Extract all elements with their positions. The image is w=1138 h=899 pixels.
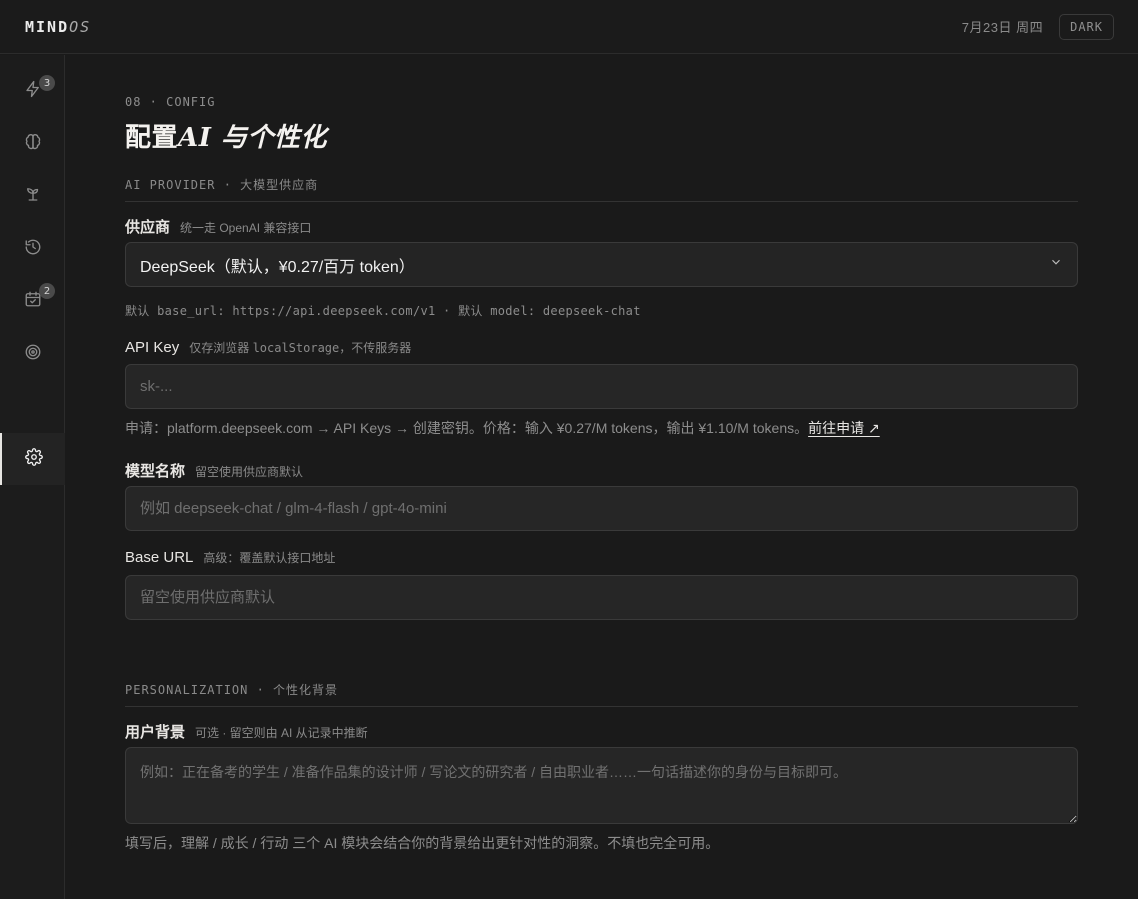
target-icon <box>24 343 42 366</box>
base-url-label: Base URL <box>125 549 194 566</box>
page-title: 配置AI 与个性化 <box>125 117 327 154</box>
sidebar-item-understand[interactable] <box>0 118 65 170</box>
sidebar-item-capture[interactable]: 3 <box>0 65 65 117</box>
model-hint: 留空使用供应商默认 <box>195 465 304 479</box>
base-url-hint: 高级：覆盖默认接口地址 <box>203 551 336 565</box>
page-eyebrow: 08 · CONFIG <box>125 95 216 109</box>
provider-label: 供应商 <box>125 219 171 236</box>
settings-icon <box>24 447 43 471</box>
provider-select[interactable]: DeepSeek（默认，¥0.27/百万 token） <box>125 242 1078 287</box>
user-background-textarea[interactable] <box>125 747 1078 824</box>
app-logo[interactable]: MINDOS <box>25 18 91 36</box>
page-title-part: 与个性化 <box>211 123 327 153</box>
provider-field-label: 供应商 统一走 OpenAI 兼容接口 <box>125 216 311 237</box>
provider-defaults-note: 默认 base_url: https://api.deepseek.com/v1… <box>125 304 641 318</box>
sidebar-item-settings[interactable] <box>0 433 65 485</box>
top-bar: MINDOS 7月23日 周四 DARK <box>0 0 1138 54</box>
base-url-field-label: Base URL 高级：覆盖默认接口地址 <box>125 549 335 566</box>
api-key-hint-text: ，不传服务器 <box>339 341 412 355</box>
base-url-input[interactable] <box>125 575 1078 620</box>
user-background-note: 填写后，理解 / 成长 / 行动 三个 AI 模块会结合你的背景给出更针对性的洞… <box>125 835 720 851</box>
api-key-note-text: 申请：platform.deepseek.com → API Keys → 创建… <box>125 420 809 436</box>
sidebar-item-action[interactable]: 2 <box>0 275 65 327</box>
api-key-field-label: API Key 仅存浏览器 localStorage，不传服务器 <box>125 339 411 356</box>
logo-suffix-text: OS <box>69 17 92 36</box>
model-label: 模型名称 <box>125 463 186 480</box>
sidebar-item-history[interactable] <box>0 223 65 275</box>
section-personalization: PERSONALIZATION · 个性化背景 <box>125 681 1078 707</box>
api-key-label: API Key <box>125 339 180 356</box>
page-title-part: 配置 <box>125 123 179 153</box>
model-name-input[interactable] <box>125 486 1078 531</box>
api-key-hint-text: 仅存浏览器 <box>189 341 250 355</box>
api-key-hint: 仅存浏览器 localStorage，不传服务器 <box>189 339 411 356</box>
sidebar-item-growth[interactable] <box>0 170 65 222</box>
capture-badge: 3 <box>39 75 55 91</box>
api-key-note: 申请：platform.deepseek.com → API Keys → 创建… <box>125 418 880 438</box>
top-right-group: 7月23日 周四 DARK <box>961 13 1114 40</box>
provider-selected-value: DeepSeek（默认，¥0.27/百万 token） <box>140 258 415 276</box>
section-ai-provider: AI PROVIDER · 大模型供应商 <box>125 176 1078 202</box>
page-title-ai: AI <box>178 123 212 153</box>
api-key-hint-storage: localStorage <box>252 341 340 355</box>
current-date: 7月23日 周四 <box>961 20 1044 35</box>
sidebar-item-goals[interactable] <box>0 328 65 380</box>
logo-main-text: MIND <box>25 17 70 36</box>
user-background-field-label: 用户背景 可选 · 留空则由 AI 从记录中推断 <box>125 721 368 742</box>
chevron-down-icon <box>1049 255 1063 274</box>
history-icon <box>24 238 42 261</box>
model-field-label: 模型名称 留空使用供应商默认 <box>125 460 303 481</box>
provider-hint: 统一走 OpenAI 兼容接口 <box>180 221 312 235</box>
apply-key-link[interactable]: 前往申请 ↗ <box>808 420 880 436</box>
user-background-label: 用户背景 <box>125 724 186 741</box>
theme-toggle-button[interactable]: DARK <box>1059 13 1114 40</box>
user-background-hint: 可选 · 留空则由 AI 从记录中推断 <box>195 726 368 740</box>
sprout-icon <box>24 185 42 208</box>
sidebar: 3 2 <box>0 55 65 899</box>
brain-icon <box>24 133 42 156</box>
api-key-input[interactable] <box>125 364 1078 409</box>
action-badge: 2 <box>39 283 55 299</box>
